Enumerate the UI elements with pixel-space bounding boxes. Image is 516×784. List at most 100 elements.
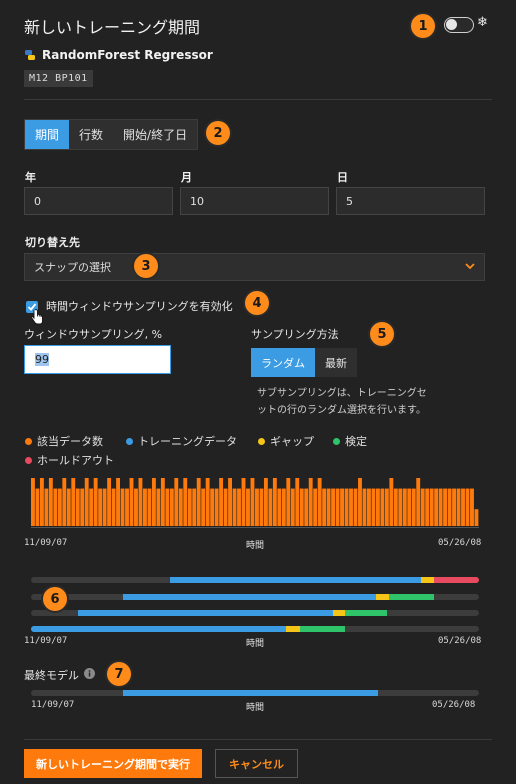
histogram-bar xyxy=(268,488,273,526)
legend-label: 検定 xyxy=(345,435,367,448)
legend-label: 該当データ数 xyxy=(37,435,103,448)
histogram-bar xyxy=(470,488,474,526)
histogram-bar xyxy=(393,488,398,526)
axis-mid: 時間 xyxy=(246,703,265,713)
histogram-bar xyxy=(358,478,362,526)
model-tag: M12 BP101 xyxy=(24,70,93,87)
histogram-bar xyxy=(143,488,147,526)
histogram-bar xyxy=(120,488,125,526)
sampling-random-button[interactable]: ランダム xyxy=(251,348,315,377)
callout-badge-5: 5 xyxy=(370,322,394,346)
sampling-description: サブサンプリングは、トレーニングセットの行のランダム選択を行います。 xyxy=(257,388,427,416)
backtest-track xyxy=(31,626,479,632)
histogram-bar xyxy=(138,478,143,526)
histogram-bar xyxy=(107,478,112,526)
histogram-bar xyxy=(304,488,309,526)
histogram-bar xyxy=(196,478,201,526)
backtest-segment xyxy=(434,577,479,583)
backtest-segment xyxy=(344,610,388,616)
histogram-bar xyxy=(48,478,53,526)
histogram-bar xyxy=(447,488,452,526)
tab-duration[interactable]: 期間 xyxy=(25,120,70,149)
histogram-bar xyxy=(111,488,116,526)
chevron-down-icon xyxy=(465,263,475,270)
histogram-bar xyxy=(205,478,210,526)
tab-start-end[interactable]: 開始/終了日 xyxy=(113,120,197,149)
window-sampling-input[interactable]: 99 xyxy=(24,345,171,374)
histogram-bar xyxy=(232,488,237,526)
backtest-segment xyxy=(169,577,421,583)
tab-rows[interactable]: 行数 xyxy=(69,120,113,149)
sampling-latest-button[interactable]: 最新 xyxy=(315,348,357,377)
histogram-bar xyxy=(362,488,367,526)
histogram-bar xyxy=(420,488,425,526)
axis-mid: 時間 xyxy=(246,639,265,649)
legend-item: ギャップ xyxy=(258,433,314,449)
histogram-bar xyxy=(214,488,219,526)
callout-badge-7: 7 xyxy=(107,662,131,686)
histogram-bar xyxy=(308,478,313,526)
legend-label: ギャップ xyxy=(270,435,314,448)
window-sampling-field-label: ウィンドウサンプリング, % xyxy=(24,328,163,341)
backtest-track xyxy=(31,577,479,583)
axis-start: 11/09/07 xyxy=(24,636,68,646)
histogram-bar xyxy=(75,488,80,526)
day-input[interactable]: 5 xyxy=(336,187,485,215)
year-input[interactable]: 0 xyxy=(24,187,173,215)
histogram-bar xyxy=(259,488,264,526)
histogram-bar xyxy=(125,488,129,526)
divider xyxy=(24,739,492,740)
divider xyxy=(24,99,492,100)
histogram-bar xyxy=(255,488,259,526)
histogram-bar xyxy=(461,488,465,526)
histogram-bar xyxy=(160,478,165,526)
histogram-bar xyxy=(241,478,246,526)
cancel-button[interactable]: キャンセル xyxy=(215,749,298,778)
backtest-track xyxy=(31,594,479,600)
histogram-bar xyxy=(411,488,416,526)
histogram-bar xyxy=(178,488,183,526)
frozen-toggle[interactable] xyxy=(444,17,474,33)
histogram-bar xyxy=(57,488,62,526)
histogram-bar xyxy=(375,488,380,526)
legend-dot xyxy=(258,437,265,445)
histogram-bar xyxy=(434,488,439,526)
histogram-bar xyxy=(192,488,197,526)
histogram-bar xyxy=(93,478,98,526)
axis-mid: 時間 xyxy=(246,541,265,551)
histogram-bar xyxy=(84,478,89,526)
legend-dot xyxy=(25,456,32,464)
histogram-bar xyxy=(98,488,103,526)
histogram-bar xyxy=(53,488,58,526)
callout-badge-2: 2 xyxy=(206,121,230,145)
sampling-method-label: サンプリング方法 xyxy=(251,328,339,341)
histogram-bar xyxy=(340,488,344,526)
histogram-bar xyxy=(349,488,353,526)
snapshot-select[interactable]: スナップの選択 xyxy=(24,253,485,281)
histogram-bar xyxy=(31,478,35,526)
histogram-bar xyxy=(344,488,349,526)
legend-dot xyxy=(126,437,133,445)
legend-item: トレーニングデータ xyxy=(126,433,237,449)
info-icon[interactable] xyxy=(84,668,95,679)
snapshot-select-placeholder: スナップの選択 xyxy=(34,261,111,274)
hand-cursor-icon xyxy=(30,309,43,325)
histogram-axis-line xyxy=(31,527,479,528)
histogram-bar xyxy=(237,488,241,526)
histogram-bar xyxy=(263,478,268,526)
month-input[interactable]: 10 xyxy=(180,187,329,215)
toggle-knob xyxy=(446,19,457,30)
snowflake-icon: ❄ xyxy=(477,15,488,30)
histogram-bar xyxy=(313,488,318,526)
backtest-segment xyxy=(78,610,334,616)
histogram-bar xyxy=(134,488,138,526)
legend-item: ホールドアウト xyxy=(25,452,114,468)
histogram-bar xyxy=(295,478,300,526)
histogram-bar xyxy=(210,488,215,526)
histogram-bar xyxy=(39,478,44,526)
histogram-bar xyxy=(187,488,192,526)
histogram-bar xyxy=(281,488,286,526)
run-new-training-period-button[interactable]: 新しいトレーニング期間で実行 xyxy=(24,749,202,778)
histogram-bar xyxy=(443,488,448,526)
histogram-bar xyxy=(407,488,412,526)
